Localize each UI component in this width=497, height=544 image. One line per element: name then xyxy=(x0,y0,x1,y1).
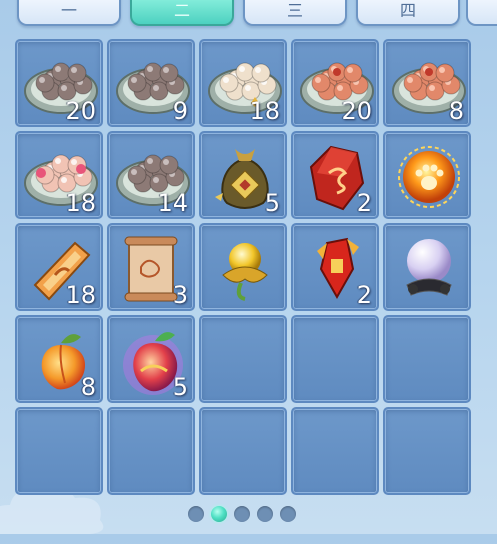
page-dot[interactable] xyxy=(234,506,250,522)
inventory-slot[interactable] xyxy=(383,131,471,219)
item-count: 20 xyxy=(65,97,96,125)
inventory-slot[interactable]: 18 xyxy=(15,131,103,219)
tab-1[interactable]: 一 xyxy=(17,0,121,26)
tab-2[interactable]: 二 xyxy=(130,0,234,26)
inventory-slot[interactable] xyxy=(199,407,287,495)
inventory-slot[interactable] xyxy=(383,315,471,403)
item-count: 8 xyxy=(80,373,96,401)
inventory-grid: 20 9 18 20 8 18 14 5 2 18 3 2 8 5 xyxy=(15,39,473,495)
inventory-slot[interactable] xyxy=(199,315,287,403)
paw-orb-icon xyxy=(389,137,469,217)
inventory-slot[interactable] xyxy=(291,407,379,495)
item-count: 14 xyxy=(157,189,188,217)
inventory-slot[interactable]: 9 xyxy=(107,39,195,127)
inventory-slot[interactable]: 5 xyxy=(199,131,287,219)
item-count: 3 xyxy=(172,281,188,309)
item-count: 8 xyxy=(448,97,464,125)
inventory-slot[interactable]: 8 xyxy=(15,315,103,403)
inventory-slot[interactable] xyxy=(107,407,195,495)
crystal-ball-icon xyxy=(389,229,469,309)
inventory-slot[interactable]: 20 xyxy=(15,39,103,127)
golden-bud-icon xyxy=(205,229,285,309)
tab-label: 四 xyxy=(399,1,416,20)
inventory-slot[interactable] xyxy=(291,315,379,403)
item-count: 18 xyxy=(65,281,96,309)
item-count: 5 xyxy=(264,189,280,217)
item-count: 2 xyxy=(356,189,372,217)
tab-label: 一 xyxy=(60,1,77,20)
inventory-slot[interactable]: 8 xyxy=(383,39,471,127)
page-dot[interactable] xyxy=(280,506,296,522)
inventory-slot[interactable]: 18 xyxy=(199,39,287,127)
item-count: 2 xyxy=(356,281,372,309)
inventory-slot[interactable]: 2 xyxy=(291,223,379,311)
inventory-slot[interactable] xyxy=(383,223,471,311)
tab-label: 三 xyxy=(286,1,303,20)
inventory-slot[interactable]: 2 xyxy=(291,131,379,219)
inventory-slot[interactable]: 3 xyxy=(107,223,195,311)
item-count: 9 xyxy=(172,97,188,125)
item-count: 5 xyxy=(172,373,188,401)
tab-label: 二 xyxy=(173,1,190,20)
tab-4[interactable]: 四 xyxy=(356,0,460,26)
inventory-slot[interactable] xyxy=(383,407,471,495)
inventory-slot[interactable] xyxy=(199,223,287,311)
tab-edge xyxy=(466,0,497,26)
inventory-slot[interactable] xyxy=(15,407,103,495)
page-dot[interactable] xyxy=(257,506,273,522)
inventory-slot[interactable]: 18 xyxy=(15,223,103,311)
tab-3[interactable]: 三 xyxy=(243,0,347,26)
inventory-slot[interactable]: 5 xyxy=(107,315,195,403)
tab-strip: 一 二 三 四 xyxy=(0,0,497,30)
inventory-slot[interactable]: 14 xyxy=(107,131,195,219)
item-count: 18 xyxy=(65,189,96,217)
item-count: 20 xyxy=(341,97,372,125)
item-count: 18 xyxy=(249,97,280,125)
page-dot[interactable] xyxy=(188,506,204,522)
page-dot[interactable] xyxy=(211,506,227,522)
inventory-slot[interactable]: 20 xyxy=(291,39,379,127)
